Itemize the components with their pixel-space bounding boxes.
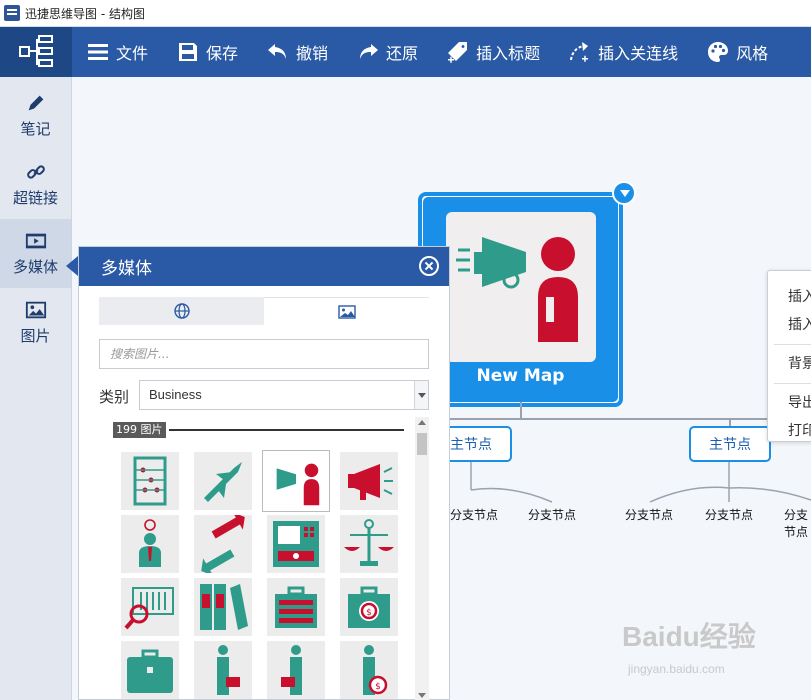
undo-icon [268,44,287,59]
context-menu-item[interactable]: 背景 [768,350,811,378]
panel-header: 多媒体 [79,247,449,286]
watermark-url: jingyan.baidu.com [628,662,725,676]
sidebar-item-multimedia[interactable]: 多媒体 [0,219,71,288]
airplane-icon[interactable] [194,452,252,510]
left-sidebar: 笔记 超链接 多媒体 图片 [0,77,72,700]
menu-icon [88,44,108,60]
link-icon [26,165,45,179]
panel-tabs [99,297,429,325]
branch-connectors [470,462,811,503]
branch-node-4[interactable]: 分支节点 [705,506,753,523]
briefcase-teal-icon[interactable] [121,641,179,699]
chevron-down-icon[interactable] [414,381,428,409]
title-bar: 迅捷思维导图 - 结构图 [0,0,811,27]
businessman-coin-icon[interactable]: $ [340,641,398,699]
category-label: 类别 [99,388,130,406]
panel-title: 多媒体 [101,259,152,279]
insert-title-button[interactable]: 插入标题 [432,27,554,77]
businessman-bag-icon[interactable] [194,641,252,699]
image-count: 199 图片 [113,422,166,438]
context-menu-item[interactable]: 打印 [768,417,811,445]
branch-node-2[interactable]: 分支节点 [528,506,576,523]
root-connector [520,402,522,418]
root-collapse-toggle[interactable] [612,181,636,205]
branch-node-3[interactable]: 分支节点 [625,506,673,523]
watermark-logo: Baidu经验 [622,621,756,652]
image-icon [337,304,356,319]
tag-icon [448,42,468,63]
palette-icon [708,42,729,62]
divider [169,429,404,431]
relation-line-icon [570,42,589,62]
binders-icon[interactable] [194,578,252,636]
businessman-case-icon[interactable] [267,641,325,699]
globe-icon [173,303,190,319]
topic-node-2[interactable]: 主节点 [689,426,771,462]
megaphone-person-icon[interactable] [262,450,330,512]
context-menu: 插入 插入 背景 导出 打印 [767,270,811,442]
context-menu-item[interactable]: 插入 [768,283,811,311]
save-button[interactable]: 保存 [162,27,252,77]
context-menu-item[interactable]: 插入 [768,311,811,339]
abacus-icon[interactable] [121,452,179,510]
style-button[interactable]: 风格 [692,27,782,77]
exchange-arrows-icon[interactable] [194,512,252,576]
redo-icon [360,44,379,59]
sidebar-item-notes[interactable]: 笔记 [0,81,71,150]
category-select[interactable]: Business [139,380,429,410]
scroll-down-icon[interactable] [418,693,426,698]
branch-node-5[interactable]: 分支节点 [784,506,811,540]
menu-separator [774,383,811,384]
main-toolbar: 文件 保存 撤销 还原 插入标题 插入关连线 风格 [0,27,811,77]
window-title: 迅捷思维导图 - 结构图 [25,6,145,21]
insert-relation-button[interactable]: 插入关连线 [554,27,692,77]
menu-separator [774,344,811,345]
panel-pointer [66,256,78,276]
loudspeaker-icon[interactable] [340,452,398,510]
image-grid-scrollbar[interactable] [415,417,429,700]
briefcase-red-icon[interactable] [267,578,325,636]
megaphone-person-icon [456,237,578,342]
scale-balance-icon[interactable] [340,515,398,573]
root-node-label: New Map [476,366,565,386]
money-briefcase-icon[interactable]: $ [340,578,398,636]
idea-person-icon[interactable] [121,515,179,573]
undo-button[interactable]: 撤销 [252,27,342,77]
svg-text:$: $ [375,682,381,692]
root-node-image [446,212,596,362]
tab-web[interactable] [99,297,264,325]
pencil-icon [28,95,43,111]
atm-machine-icon[interactable] [267,515,325,573]
structure-logo-icon[interactable] [0,27,72,77]
branch-node-1[interactable]: 分支节点 [450,506,498,523]
app-icon [4,5,20,21]
svg-text:$: $ [366,608,372,618]
tab-images[interactable] [264,297,429,325]
file-button[interactable]: 文件 [72,27,162,77]
scrollbar-thumb[interactable] [417,433,427,455]
image-search-input[interactable]: 搜索图片... [99,339,429,369]
scroll-up-icon[interactable] [418,420,426,425]
context-menu-item[interactable]: 导出 [768,389,811,417]
multimedia-panel: 多媒体 搜索图片... 类别 Business 199 图片 $ $ [78,246,450,700]
redo-button[interactable]: 还原 [342,27,432,77]
close-icon[interactable] [419,256,439,276]
barcode-search-icon[interactable] [121,578,179,636]
image-icon [25,301,46,319]
sidebar-item-hyperlink[interactable]: 超链接 [0,150,71,219]
film-icon [25,233,46,249]
save-icon [179,43,198,61]
sidebar-item-image[interactable]: 图片 [0,288,71,357]
main-connector [450,418,811,420]
